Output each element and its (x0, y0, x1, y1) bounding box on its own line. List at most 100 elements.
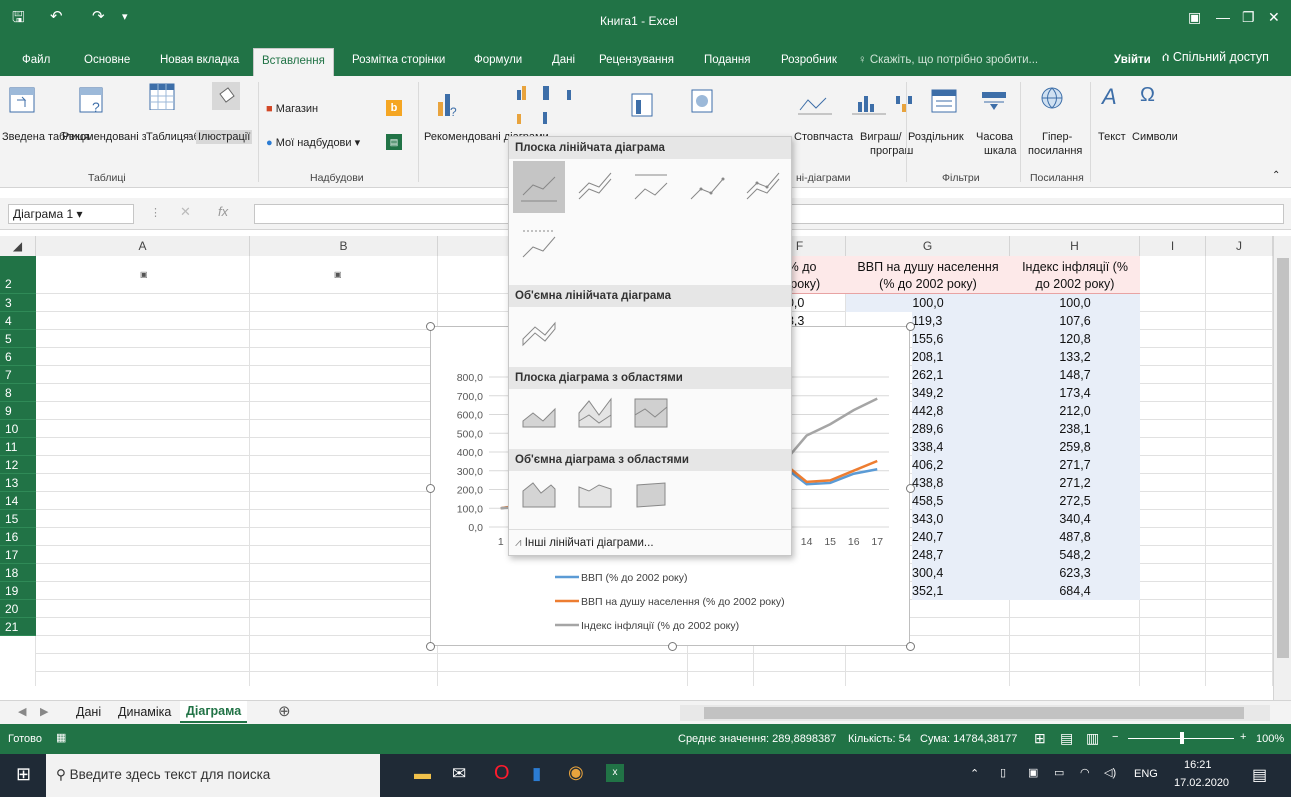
row-header[interactable]: 4 (0, 312, 36, 330)
stacked-area-option[interactable] (575, 393, 619, 437)
zoom-out-icon[interactable]: − (1112, 731, 1118, 743)
hyperlink-label1[interactable]: Гіпер- (1042, 130, 1072, 144)
row-header[interactable]: 12 (0, 456, 36, 474)
timeline-label2[interactable]: шкала (984, 144, 1017, 158)
minimize-icon[interactable]: — (1216, 9, 1230, 25)
tab-page-layout[interactable]: Розмітка сторінки (352, 54, 445, 66)
row-header[interactable]: 14 (0, 492, 36, 510)
bing-icon[interactable]: b (386, 100, 402, 116)
row-header[interactable]: 19 (0, 582, 36, 600)
cell-G[interactable]: 338,4 (912, 438, 1010, 456)
name-box[interactable]: Діаграма 1 ▾ (8, 204, 134, 224)
100-stacked-area-option[interactable] (631, 393, 675, 437)
tray-device-icon[interactable]: ▯ (1000, 766, 1006, 779)
col-G[interactable]: G (846, 236, 1010, 256)
cell-H[interactable]: 684,4 (1010, 582, 1140, 600)
vertical-scrollbar[interactable] (1273, 236, 1291, 700)
cell-H[interactable]: 120,8 (1010, 330, 1140, 348)
cell-G[interactable]: 300,4 (912, 564, 1010, 582)
resize-handle[interactable] (906, 642, 915, 651)
pivot-table-icon[interactable] (8, 86, 36, 114)
horizontal-scrollbar[interactable] (680, 705, 1270, 721)
cell-G[interactable]: 248,7 (912, 546, 1010, 564)
table-header-cell[interactable]: Індекс інфляції (% до 2002 року) (1010, 256, 1140, 294)
cell-H[interactable]: 107,6 (1010, 312, 1140, 330)
cell-H[interactable]: 340,4 (1010, 510, 1140, 528)
maps-icon[interactable] (628, 90, 656, 118)
undo-icon[interactable]: ↶ (50, 7, 63, 25)
resize-handle[interactable] (906, 484, 915, 493)
cell-H[interactable]: 238,1 (1010, 420, 1140, 438)
excel-taskbar-icon[interactable]: x (606, 764, 624, 782)
page-layout-icon[interactable]: ▤ (1060, 730, 1073, 747)
collapse-ribbon-icon[interactable]: ⌃ (1272, 170, 1280, 181)
fx-icon[interactable]: fx (218, 204, 228, 219)
cell-G[interactable]: 208,1 (912, 348, 1010, 366)
tray-chevron-icon[interactable]: ⌃ (970, 767, 979, 780)
text-label[interactable]: Текст (1098, 130, 1126, 144)
row-header[interactable]: 9 (0, 402, 36, 420)
recommended-pivot-icon[interactable]: ? (78, 86, 106, 114)
cell-H[interactable]: 271,2 (1010, 474, 1140, 492)
area-option[interactable] (519, 393, 563, 437)
tray-app-icon[interactable]: ▣ (1028, 766, 1038, 779)
timeline-icon[interactable] (980, 86, 1008, 114)
cell-G[interactable]: 289,6 (912, 420, 1010, 438)
row-header[interactable]: 18 (0, 564, 36, 582)
prev-sheet-icon[interactable]: ◀ (18, 705, 26, 718)
stacked-line-markers-option[interactable] (741, 165, 785, 209)
stacked-line-option[interactable] (573, 165, 617, 209)
cell-G[interactable]: 458,5 (912, 492, 1010, 510)
cell-H[interactable]: 173,4 (1010, 384, 1140, 402)
tab-file[interactable]: Файл (22, 54, 50, 66)
table-icon[interactable] (148, 82, 176, 110)
tab-data[interactable]: Дані (552, 54, 575, 66)
3d-area-option[interactable] (519, 477, 563, 521)
cell-H[interactable]: 487,8 (1010, 528, 1140, 546)
restore-icon[interactable]: ❐ (1242, 9, 1255, 26)
volume-icon[interactable]: ◁) (1104, 766, 1116, 779)
cell-H[interactable]: 100,0 (1010, 294, 1140, 312)
tab-review[interactable]: Рецензування (599, 54, 674, 66)
customize-qat-icon[interactable]: ▾ (122, 10, 128, 23)
cell-H[interactable]: 623,3 (1010, 564, 1140, 582)
cancel-icon[interactable]: ✕ (180, 204, 191, 220)
document-app-icon[interactable]: ▮ (532, 764, 541, 784)
share-button[interactable]: ሰ Спільний доступ (1162, 50, 1269, 65)
slicer-icon[interactable] (930, 86, 958, 114)
my-addins-button[interactable]: ● Мої надбудови ▾ (266, 136, 360, 150)
filter-icon[interactable]: ▣ (334, 270, 342, 279)
save-icon[interactable]: 🖫 (12, 7, 25, 32)
sign-in-link[interactable]: Увійти (1114, 54, 1151, 66)
mail-icon[interactable]: ✉ (452, 764, 466, 784)
taskbar-search[interactable]: ⚲ Введите здесь текст для поиска (46, 754, 380, 797)
clock-date[interactable]: 17.02.2020 (1174, 777, 1229, 789)
resize-handle[interactable] (668, 642, 677, 651)
page-break-icon[interactable]: ▥ (1086, 730, 1099, 747)
macro-record-icon[interactable]: ▦ (56, 731, 66, 744)
100-line-markers-option[interactable] (517, 223, 561, 267)
3d-100-area-option[interactable] (631, 477, 675, 521)
windows-start-icon[interactable]: ⊞ (16, 764, 31, 785)
recommended-charts-icon[interactable]: ? (434, 90, 462, 118)
symbols-icon[interactable]: Ω (1140, 84, 1155, 107)
cell-H[interactable]: 548,2 (1010, 546, 1140, 564)
row-header[interactable]: 16 (0, 528, 36, 546)
sparkline-column-label[interactable]: Стовпчаста (794, 130, 853, 144)
cell-G[interactable]: 155,6 (912, 330, 1010, 348)
tab-developer[interactable]: Розробник (781, 54, 837, 66)
scroll-thumb[interactable] (1277, 258, 1289, 658)
row-header[interactable]: 15 (0, 510, 36, 528)
row-header[interactable]: 8 (0, 384, 36, 402)
cell-G[interactable]: 343,0 (912, 510, 1010, 528)
zoom-level[interactable]: 100% (1256, 733, 1284, 745)
chart-type-icons[interactable] (515, 84, 595, 132)
tab-formulas[interactable]: Формули (474, 54, 522, 66)
opera-icon[interactable]: O (494, 762, 510, 785)
cell-G[interactable]: 406,2 (912, 456, 1010, 474)
row-header[interactable]: 6 (0, 348, 36, 366)
cell-H[interactable]: 272,5 (1010, 492, 1140, 510)
col-I[interactable]: I (1140, 236, 1206, 256)
sparkline-winloss-icon[interactable] (890, 92, 924, 116)
sparkline-column-icon[interactable] (852, 92, 886, 116)
